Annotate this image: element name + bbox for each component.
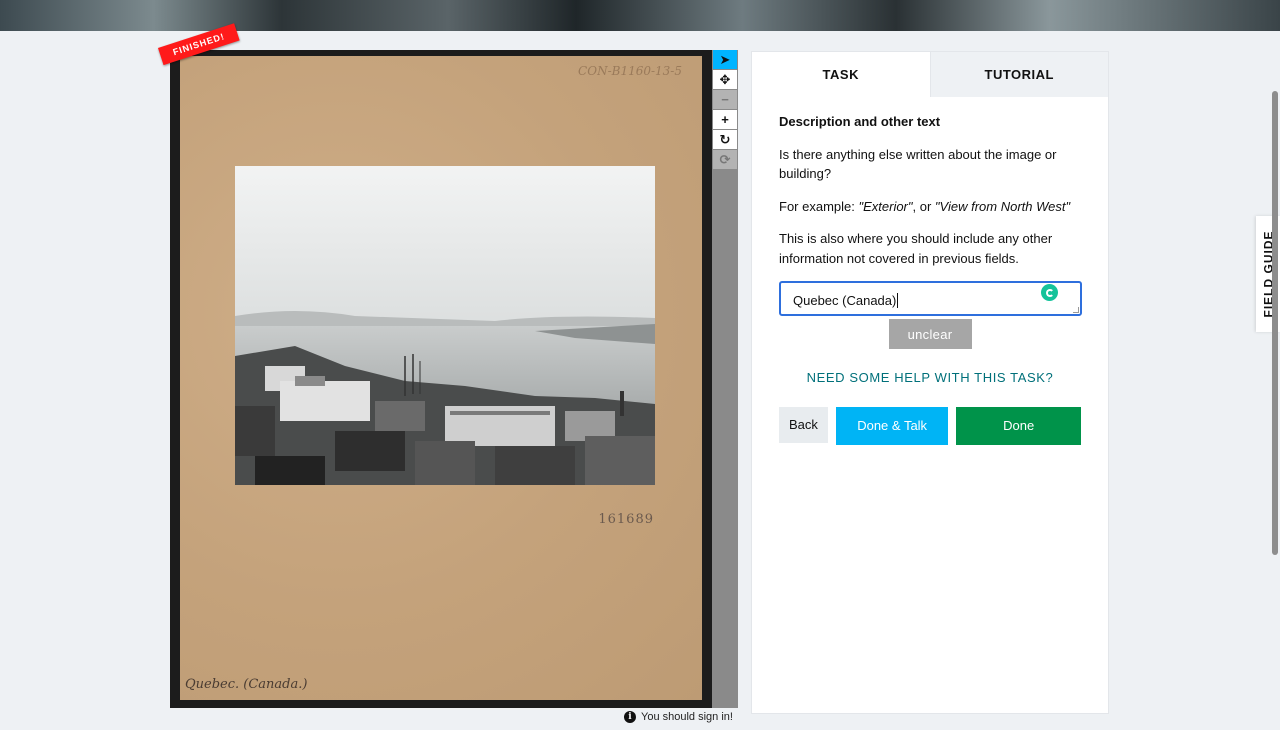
task-body: Description and other text Is there anyt… <box>752 97 1108 445</box>
card-catalog-number: 161689 <box>598 512 654 527</box>
back-button[interactable]: Back <box>779 406 828 443</box>
zoom-in-button[interactable]: + <box>713 110 737 129</box>
info-icon: i <box>624 711 636 723</box>
example-2: "View from North West" <box>934 198 1071 214</box>
card-handwritten-caption: Quebec. (Canada.) <box>185 677 308 692</box>
example-prefix: For example: <box>779 198 859 214</box>
sign-in-notice[interactable]: i You should sign in! <box>624 711 733 723</box>
resize-handle-icon[interactable] <box>1073 307 1079 313</box>
textarea-value: Quebec (Canada) <box>793 293 897 308</box>
refresh-icon: ⟳ <box>719 151 731 167</box>
task-panel: TASK TUTORIAL Description and other text… <box>751 51 1109 714</box>
done-button[interactable]: Done <box>956 406 1081 445</box>
subject-viewer[interactable]: CON-B1160-13-5 161689 Quebec. (Canada.) <box>170 50 712 708</box>
task-example: For example: "Exterior", or "View from N… <box>779 197 1081 217</box>
tab-tutorial[interactable]: TUTORIAL <box>929 52 1108 97</box>
reset-view-button[interactable]: ⟳ <box>713 150 737 169</box>
task-question: Is there anything else written about the… <box>779 146 1057 182</box>
cursor-arrow-icon: ➤ <box>719 51 731 67</box>
scrollbar-thumb[interactable] <box>1272 91 1278 555</box>
zoom-out-button[interactable]: − <box>713 90 737 109</box>
page-scrollbar[interactable] <box>1270 31 1280 730</box>
example-separator: , or <box>912 198 935 214</box>
task-heading: Description and other text <box>779 114 941 129</box>
pan-tool-button[interactable]: ✥ <box>713 70 737 89</box>
sign-in-text: You should sign in! <box>641 711 733 723</box>
task-actions: Back Done & Talk Done <box>779 406 1081 445</box>
task-extra-info: This is also where you should include an… <box>779 231 1053 266</box>
historic-photograph <box>235 166 655 485</box>
rotate-icon: ↻ <box>719 131 731 147</box>
viewer-toolbar: ➤ ✥ − + ↻ ⟳ <box>712 50 738 708</box>
task-tabs: TASK TUTORIAL <box>752 52 1108 97</box>
text-cursor <box>897 293 899 308</box>
description-textarea[interactable]: Quebec (Canada) <box>779 281 1082 316</box>
archive-card: CON-B1160-13-5 161689 Quebec. (Canada.) <box>180 56 702 700</box>
tab-task[interactable]: TASK <box>752 52 930 97</box>
pointer-tool-button[interactable]: ➤ <box>713 50 737 69</box>
move-arrows-icon: ✥ <box>719 71 731 87</box>
unclear-button[interactable]: unclear <box>888 319 972 349</box>
plus-icon: + <box>721 112 729 127</box>
header-banner-image <box>0 0 1280 31</box>
rotate-button[interactable]: ↻ <box>713 130 737 149</box>
done-and-talk-button[interactable]: Done & Talk <box>835 406 949 445</box>
minus-icon: − <box>721 92 729 107</box>
example-1: "Exterior" <box>858 198 913 214</box>
grammarly-icon[interactable] <box>1041 284 1058 301</box>
card-id-handwritten: CON-B1160-13-5 <box>578 64 682 78</box>
help-link[interactable]: NEED SOME HELP WITH THIS TASK? <box>779 368 1081 388</box>
